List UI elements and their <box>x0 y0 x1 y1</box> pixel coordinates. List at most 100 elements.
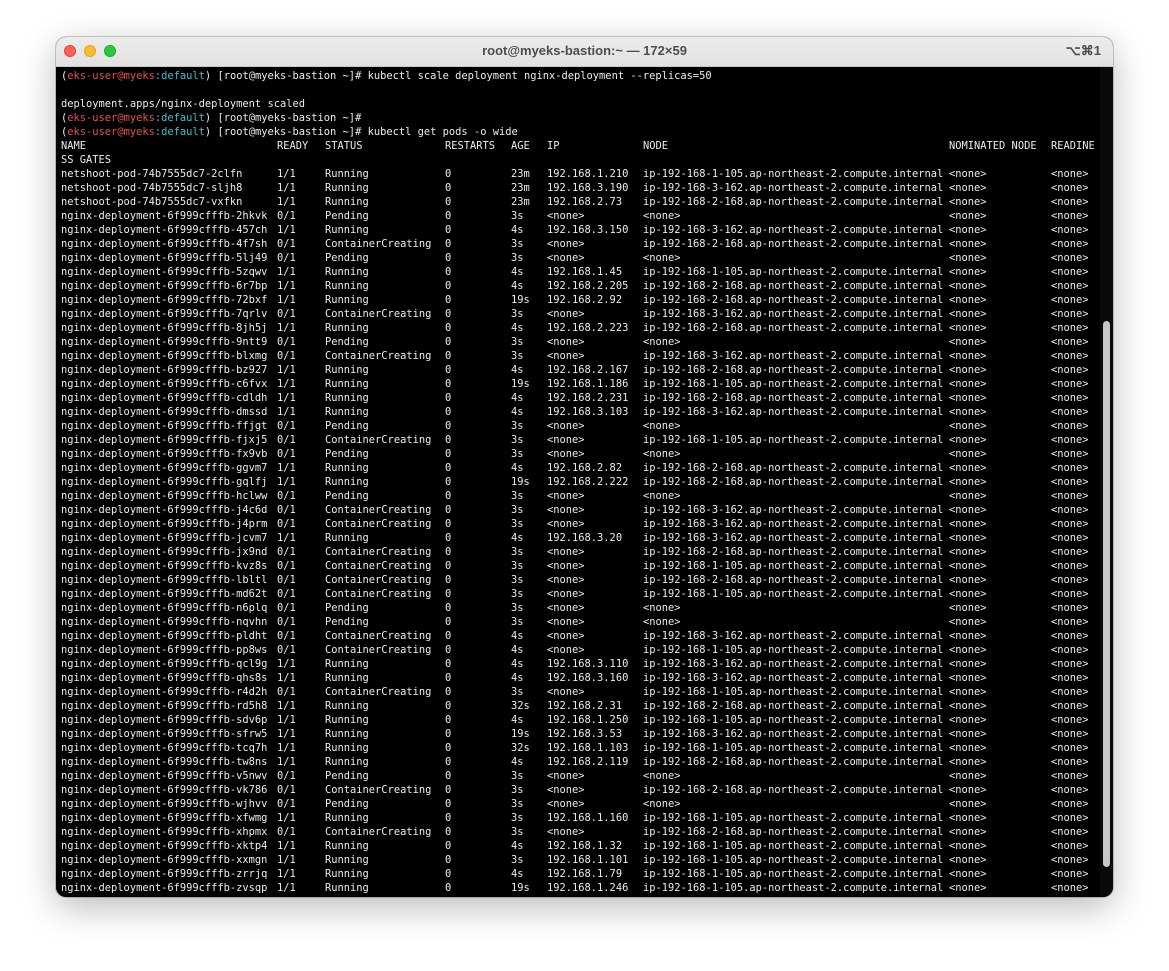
table-row: netshoot-pod-74b7555dc7-sljh8 1/1 Running 0… <box>61 181 1100 195</box>
header-readiness: READINE <box>1051 140 1095 152</box>
pod-node: ip-192-168-2-168.ap-northeast-2.compute.… <box>643 294 944 306</box>
pod-node: ip-192-168-1-105.ap-northeast-2.compute.… <box>643 560 944 572</box>
pod-ready: 0/1 <box>277 784 296 796</box>
pod-age: 3s <box>511 518 524 530</box>
pod-nominated-node: <none> <box>949 560 987 572</box>
pod-age: 3s <box>511 616 524 628</box>
scrollbar[interactable] <box>1100 67 1113 897</box>
table-row: nginx-deployment-6f999cfffb-tw8ns 1/1 Runn… <box>61 755 1100 769</box>
pod-age: 3s <box>511 308 524 320</box>
pod-ip: 192.168.1.45 <box>547 266 623 278</box>
pod-restarts: 0 <box>445 434 452 446</box>
pod-age: 3s <box>511 770 524 782</box>
pod-status: Pending <box>325 420 369 432</box>
pod-age: 19s <box>511 378 530 390</box>
pod-nominated-node: <none> <box>949 602 987 614</box>
pod-readiness-gates: <none> <box>1051 546 1089 558</box>
pod-ready: 0/1 <box>277 518 296 530</box>
pod-readiness-gates: <none> <box>1051 196 1089 208</box>
pod-nominated-node: <none> <box>949 686 987 698</box>
pod-ready: 0/1 <box>277 588 296 600</box>
pod-name: nginx-deployment-6f999cfffb-md62t <box>61 588 268 600</box>
pod-nominated-node: <none> <box>949 308 987 320</box>
pod-readiness-gates: <none> <box>1051 504 1089 516</box>
pod-readiness-gates: <none> <box>1051 322 1089 334</box>
pod-age: 19s <box>511 882 530 894</box>
pod-node: ip-192-168-2-168.ap-northeast-2.compute.… <box>643 364 944 376</box>
pod-age: 3s <box>511 854 524 866</box>
pod-readiness-gates: <none> <box>1051 826 1089 838</box>
pod-node: ip-192-168-1-105.ap-northeast-2.compute.… <box>643 714 944 726</box>
pod-status: ContainerCreating <box>325 644 432 656</box>
pod-readiness-gates: <none> <box>1051 532 1089 544</box>
pod-node: ip-192-168-2-168.ap-northeast-2.compute.… <box>643 784 944 796</box>
pod-readiness-gates: <none> <box>1051 448 1089 460</box>
pod-readiness-gates: <none> <box>1051 560 1089 572</box>
pod-ready: 0/1 <box>277 434 296 446</box>
pod-name: nginx-deployment-6f999cfffb-72bxf <box>61 294 268 306</box>
header-age: AGE <box>511 140 530 152</box>
pod-ready: 0/1 <box>277 686 296 698</box>
pod-node: ip-192-168-3-162.ap-northeast-2.compute.… <box>643 350 944 362</box>
pod-readiness-gates: <none> <box>1051 308 1089 320</box>
pod-age: 4s <box>511 840 524 852</box>
pod-status: Running <box>325 168 369 180</box>
pod-age: 3s <box>511 252 524 264</box>
command-line: (eks-user@myeks:default) [root@myeks-bas… <box>61 126 518 138</box>
pod-nominated-node: <none> <box>949 364 987 376</box>
prompt-host: [root@myeks-bastion ~]# <box>217 70 362 82</box>
pod-restarts: 0 <box>445 448 452 460</box>
header-restarts: RESTARTS <box>445 140 496 152</box>
pod-status: ContainerCreating <box>325 434 432 446</box>
pod-nominated-node: <none> <box>949 840 987 852</box>
pod-restarts: 0 <box>445 392 452 404</box>
pod-nominated-node: <none> <box>949 196 987 208</box>
pod-age: 4s <box>511 224 524 236</box>
pod-node: <none> <box>643 490 681 502</box>
pod-node: ip-192-168-1-105.ap-northeast-2.compute.… <box>643 644 944 656</box>
pod-ip: 192.168.3.110 <box>547 658 629 670</box>
table-row: nginx-deployment-6f999cfffb-kvz8s 0/1 Cont… <box>61 559 1100 573</box>
table-row: nginx-deployment-6f999cfffb-pp8ws 0/1 Cont… <box>61 643 1100 657</box>
pod-name: nginx-deployment-6f999cfffb-xfwmg <box>61 812 268 824</box>
pod-status: Running <box>325 756 369 768</box>
pod-node: <none> <box>643 252 681 264</box>
pod-name: nginx-deployment-6f999cfffb-xktp4 <box>61 840 268 852</box>
pod-node: <none> <box>643 798 681 810</box>
prompt-namespace: default <box>161 126 205 138</box>
pod-ready: 0/1 <box>277 336 296 348</box>
pod-readiness-gates: <none> <box>1051 728 1089 740</box>
pod-age: 4s <box>511 630 524 642</box>
pod-node: ip-192-168-1-105.ap-northeast-2.compute.… <box>643 812 944 824</box>
pod-nominated-node: <none> <box>949 588 987 600</box>
pod-ip: <none> <box>547 518 585 530</box>
pod-name: nginx-deployment-6f999cfffb-xxmgn <box>61 854 268 866</box>
pod-ip: <none> <box>547 770 585 782</box>
pod-node: ip-192-168-2-168.ap-northeast-2.compute.… <box>643 756 944 768</box>
pod-status: Running <box>325 728 369 740</box>
pod-status: Running <box>325 378 369 390</box>
pod-node: ip-192-168-2-168.ap-northeast-2.compute.… <box>643 476 944 488</box>
pod-name: nginx-deployment-6f999cfffb-pldht <box>61 630 268 642</box>
pod-ready: 0/1 <box>277 420 296 432</box>
pod-name: nginx-deployment-6f999cfffb-sfrw5 <box>61 728 268 740</box>
pod-node: <none> <box>643 420 681 432</box>
title-bar[interactable]: root@myeks-bastion:~ — 172×59 ⌥⌘1 <box>56 37 1113 67</box>
pod-ip: <none> <box>547 448 585 460</box>
terminal-output[interactable]: (eks-user@myeks:default) [root@myeks-bas… <box>56 67 1100 897</box>
scrollbar-thumb[interactable] <box>1103 321 1110 867</box>
pod-name: nginx-deployment-6f999cfffb-fjxj5 <box>61 434 268 446</box>
pod-name: netshoot-pod-74b7555dc7-2clfn <box>61 168 243 180</box>
pod-readiness-gates: <none> <box>1051 168 1089 180</box>
pod-age: 23m <box>511 196 530 208</box>
pod-nominated-node: <none> <box>949 252 987 264</box>
pod-age: 3s <box>511 434 524 446</box>
pod-restarts: 0 <box>445 826 452 838</box>
pod-ready: 1/1 <box>277 294 296 306</box>
pod-ready: 1/1 <box>277 224 296 236</box>
pod-node: ip-192-168-3-162.ap-northeast-2.compute.… <box>643 532 944 544</box>
table-row: nginx-deployment-6f999cfffb-nqvhn 0/1 Pend… <box>61 615 1100 629</box>
table-row: nginx-deployment-6f999cfffb-r4d2h 0/1 Cont… <box>61 685 1100 699</box>
pod-node: ip-192-168-1-105.ap-northeast-2.compute.… <box>643 868 944 880</box>
pod-name: nginx-deployment-6f999cfffb-xhpmx <box>61 826 268 838</box>
